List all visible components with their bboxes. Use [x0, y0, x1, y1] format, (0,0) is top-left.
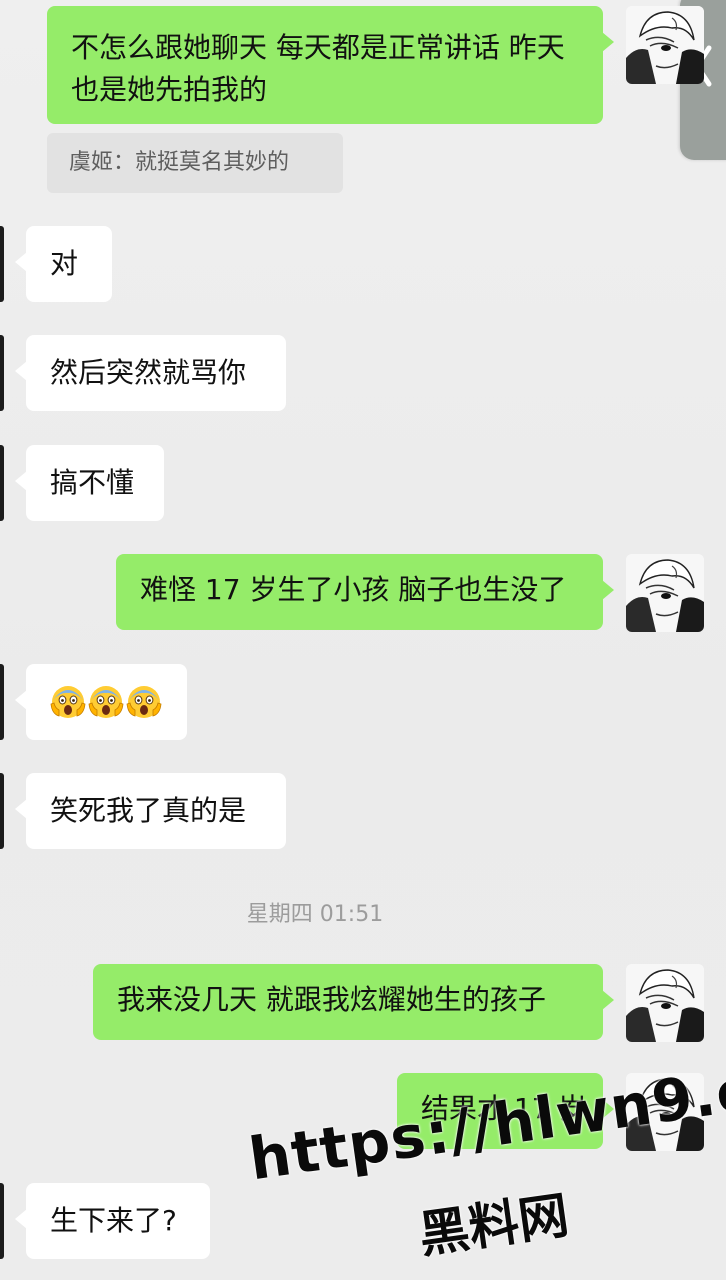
- message-text: 搞不懂: [50, 466, 135, 499]
- message-text: 不怎么跟她聊天 每天都是正常讲话 昨天也是她先拍我的: [71, 31, 565, 106]
- message-bubble-outgoing[interactable]: 难怪 17 岁生了小孩 脑子也生没了: [116, 554, 614, 630]
- quoted-reply-text: 虞姬：就挺莫名其妙的: [69, 150, 290, 175]
- face-screaming-in-fear-icon: [88, 686, 124, 718]
- other-avatar-edge: [0, 445, 4, 521]
- message-text: 我来没几天 就跟我炫耀她生的孩子: [117, 983, 546, 1016]
- message-bubble-incoming[interactable]: 笑死我了真的是: [15, 773, 286, 849]
- my-avatar[interactable]: [626, 964, 704, 1042]
- emoji-row: [50, 682, 163, 722]
- message-bubble-incoming[interactable]: [15, 664, 187, 740]
- other-avatar-edge: [0, 773, 4, 849]
- message-timestamp: 星期四 01:51: [246, 902, 384, 927]
- message-bubble-incoming[interactable]: 对: [15, 226, 112, 302]
- watermark-url: https://hlwn9.com: [245, 1041, 726, 1194]
- message-bubble-incoming[interactable]: 生下来了?: [15, 1183, 210, 1259]
- message-text: 对: [50, 247, 79, 280]
- anime-avatar-icon: [626, 964, 704, 1042]
- anime-avatar-icon: [626, 554, 704, 632]
- chat-screen: 不怎么跟她聊天 每天都是正常讲话 昨天也是她先拍我的 虞姬：就挺莫名其妙的 对 …: [0, 0, 726, 1280]
- my-avatar[interactable]: [626, 554, 704, 632]
- message-text: 难怪 17 岁生了小孩 脑子也生没了: [140, 573, 567, 606]
- anime-avatar-icon: [626, 6, 704, 84]
- other-avatar-edge: [0, 1183, 4, 1259]
- other-avatar-edge: [0, 335, 4, 411]
- my-avatar[interactable]: [626, 6, 704, 84]
- message-text: 生下来了?: [50, 1204, 177, 1237]
- quoted-reply[interactable]: 虞姬：就挺莫名其妙的: [47, 133, 343, 193]
- face-screaming-in-fear-icon: [126, 686, 162, 718]
- other-avatar-edge: [0, 226, 4, 302]
- other-avatar-edge: [0, 664, 4, 740]
- face-screaming-in-fear-icon: [50, 686, 86, 718]
- message-bubble-outgoing[interactable]: 不怎么跟她聊天 每天都是正常讲话 昨天也是她先拍我的: [47, 6, 614, 124]
- message-bubble-incoming[interactable]: 然后突然就骂你: [15, 335, 286, 411]
- message-text: 笑死我了真的是: [50, 794, 247, 827]
- message-bubble-outgoing[interactable]: 我来没几天 就跟我炫耀她生的孩子: [93, 964, 614, 1040]
- message-text: 然后突然就骂你: [50, 356, 247, 389]
- watermark-site-name: 黑料网: [415, 1186, 573, 1265]
- message-bubble-incoming[interactable]: 搞不懂: [15, 445, 164, 521]
